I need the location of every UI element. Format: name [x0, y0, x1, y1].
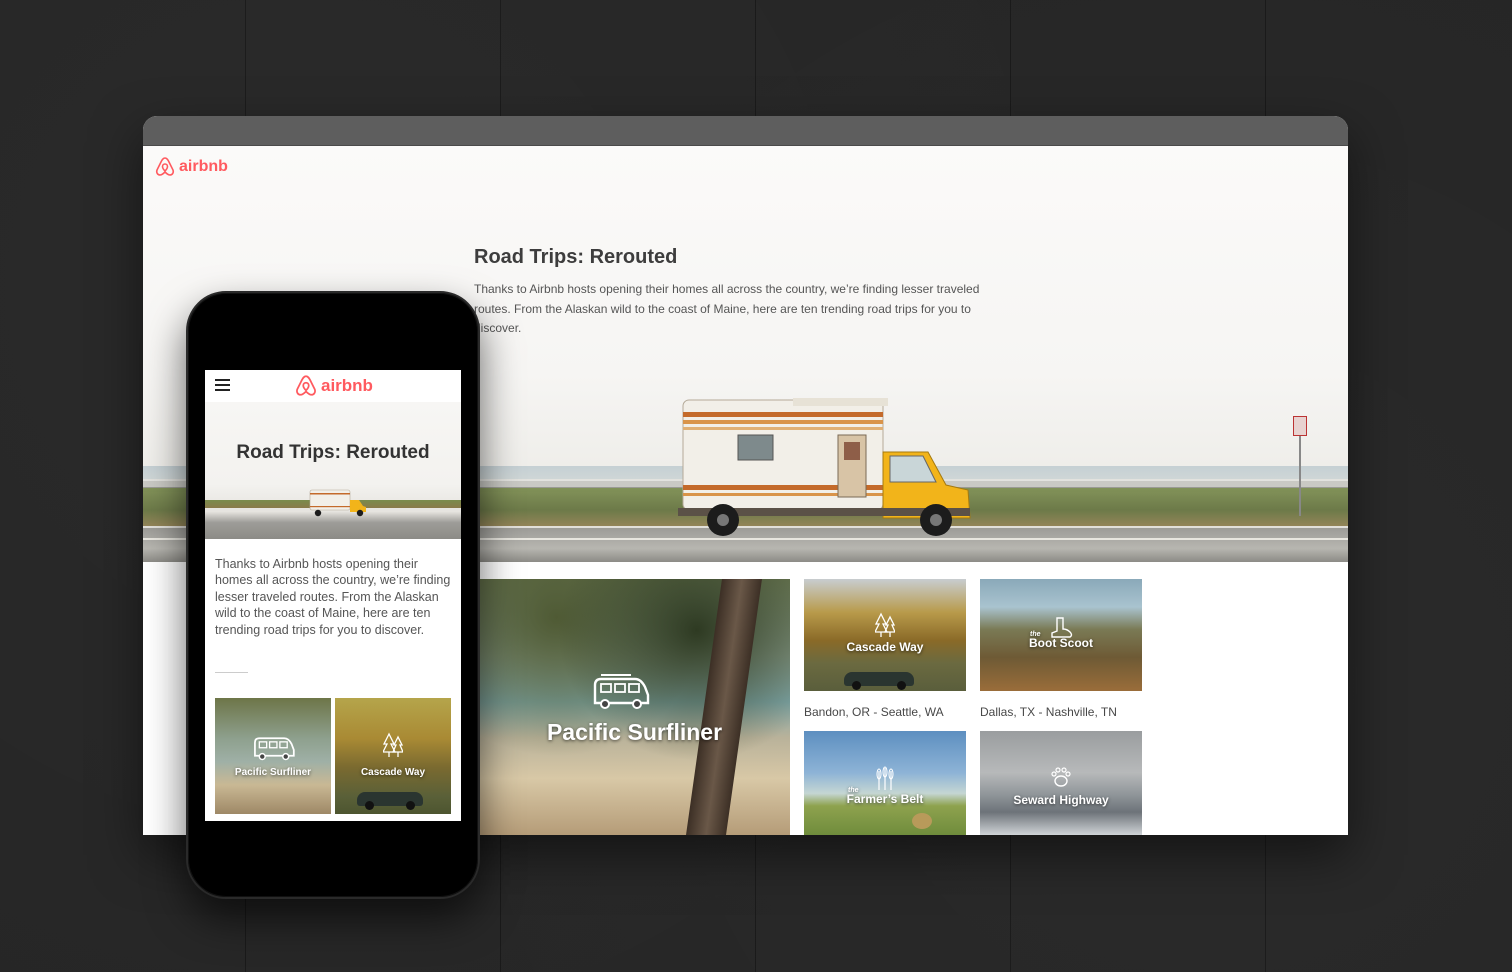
van-icon [254, 737, 295, 761]
intro-paragraph: Thanks to Airbnb hosts opening their hom… [474, 282, 980, 335]
tile-pacific-surfliner[interactable]: Pacific Surfliner [215, 698, 331, 814]
tile-farmers-belt[interactable]: the Farmer’s Belt [804, 731, 966, 835]
pine-trees-icon [875, 612, 895, 637]
car [844, 672, 914, 690]
airbnb-belo-icon [155, 157, 175, 176]
tile-boot-scoot[interactable]: the Boot Scoot [980, 579, 1142, 691]
airbnb-logo[interactable]: airbnb [155, 156, 228, 177]
airbnb-logo[interactable]: airbnb [295, 374, 373, 397]
tile-title: Seward Highway [1013, 793, 1109, 807]
tile-caption: Bandon, OR - Seattle, WA [804, 705, 944, 719]
tile-cascade-way[interactable]: Cascade Way [335, 698, 451, 814]
tile-seward-highway[interactable]: Seward Highway [980, 731, 1142, 835]
mobile-screen: airbnb Road Trips: Rerouted Thanks to Ai… [205, 370, 461, 821]
mobile-hero: Road Trips: Rerouted [205, 402, 461, 539]
mobile-phone-frame: airbnb Road Trips: Rerouted Thanks to Ai… [186, 291, 480, 899]
camper-van-illustration [309, 489, 366, 517]
tile-title: Cascade Way [360, 767, 426, 778]
pine-trees-icon [383, 732, 403, 757]
tile-cascade-way[interactable]: Cascade Way [804, 579, 966, 691]
tile-title-group: the Farmer’s Belt [804, 787, 966, 806]
tile-title-group: the Boot Scoot [980, 631, 1142, 650]
tile-pacific-surfliner[interactable]: Pacific Surfliner [479, 579, 790, 835]
page-title: Road Trips: Rerouted [236, 442, 430, 463]
tile-title: Pacific Surfliner [546, 719, 723, 745]
divider [215, 672, 248, 673]
airbnb-belo-icon [296, 375, 316, 396]
intro-paragraph: Thanks to Airbnb hosts opening their hom… [215, 557, 451, 637]
hay-bale [912, 813, 932, 829]
airbnb-wordmark: airbnb [179, 157, 228, 175]
tile-title: Cascade Way [846, 640, 924, 654]
mobile-nav-bar: airbnb [205, 370, 461, 402]
tile-title: Farmer’s Belt [846, 792, 924, 806]
browser-title-bar [143, 116, 1348, 146]
van-icon [593, 674, 650, 709]
hamburger-menu-icon[interactable] [215, 379, 230, 391]
car [357, 792, 423, 810]
road-sign [1293, 416, 1307, 436]
page-title: Road Trips: Rerouted [474, 246, 678, 268]
tree-trunk [686, 579, 762, 835]
bear-paw-icon [1051, 767, 1071, 787]
airbnb-wordmark: airbnb [321, 375, 373, 395]
tile-title: Pacific Surfliner [234, 767, 312, 778]
sign-post [1299, 436, 1301, 516]
tile-caption: Dallas, TX - Nashville, TN [980, 705, 1117, 719]
tile-title: Boot Scoot [1029, 636, 1093, 650]
camper-van-illustration [678, 398, 971, 536]
